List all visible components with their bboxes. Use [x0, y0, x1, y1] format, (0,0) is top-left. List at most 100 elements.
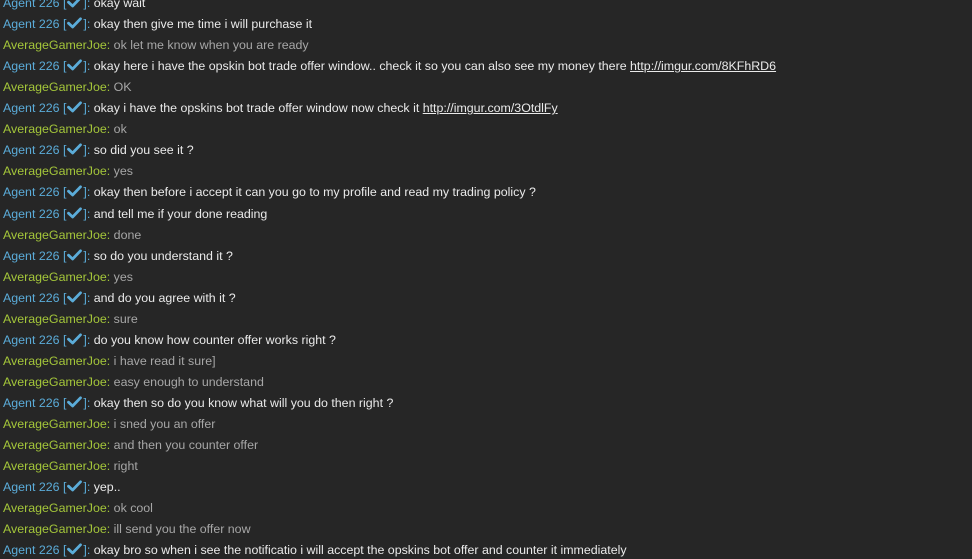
sender-name-suffix: ]: — [83, 206, 94, 221]
chat-message-line: Agent 226 []: and tell me if your done r… — [3, 204, 267, 225]
message-text: okay then so do you know what will you d… — [93, 395, 394, 410]
message-link[interactable]: http://imgur.com/8KFhRD6 — [630, 59, 776, 73]
message-text: yes — [113, 164, 133, 179]
sender-name-gamer: AverageGamerJoe: — [3, 80, 114, 95]
message-text: okay i have the opskins bot trade offer … — [93, 101, 423, 116]
message-text: i have read it sure] — [113, 353, 216, 368]
message-text: and do you agree with it ? — [93, 290, 236, 305]
sender-name-gamer: AverageGamerJoe: — [3, 501, 114, 516]
verified-check-icon — [67, 17, 83, 29]
chat-message-line: Agent 226 []: okay then give me time i w… — [3, 14, 312, 35]
sender-name-agent: Agent 226 [ — [3, 17, 67, 32]
verified-check-icon — [67, 396, 83, 408]
chat-message-line: Agent 226 []: yep.. — [3, 477, 121, 498]
message-text: okay then give me time i will purchase i… — [93, 17, 313, 32]
message-text: ok cool — [113, 501, 153, 516]
verified-check-icon — [67, 59, 83, 71]
chat-message-line: AverageGamerJoe: OK — [3, 77, 132, 98]
chat-message-line: AverageGamerJoe: ok let me know when you… — [3, 35, 309, 56]
sender-name-agent: Agent 226 [ — [3, 143, 67, 158]
verified-check-icon — [67, 143, 83, 155]
chat-message-line: Agent 226 []: okay bro so when i see the… — [3, 540, 627, 559]
sender-name-suffix: ]: — [83, 143, 94, 158]
sender-name-gamer: AverageGamerJoe: — [3, 164, 114, 179]
chat-message-line: Agent 226 []: so do you understand it ? — [3, 246, 233, 267]
verified-check-icon — [67, 206, 83, 218]
sender-name-agent: Agent 226 [ — [3, 101, 67, 116]
verified-check-icon — [67, 185, 83, 197]
sender-name-agent: Agent 226 [ — [3, 0, 67, 10]
chat-log[interactable]: Agent 226 []: okay wait Agent 226 []: oka… — [0, 0, 972, 559]
sender-name-suffix: ]: — [83, 17, 94, 32]
sender-name-agent: Agent 226 [ — [3, 290, 67, 305]
verified-check-icon — [67, 101, 83, 113]
sender-name-gamer: AverageGamerJoe: — [3, 38, 114, 53]
chat-message-line: Agent 226 []: so did you see it ? — [3, 140, 194, 161]
sender-name-suffix: ]: — [83, 59, 94, 74]
chat-message-line: AverageGamerJoe: i sned you an offer — [3, 414, 215, 435]
sender-name-agent: Agent 226 [ — [3, 59, 67, 74]
sender-name-agent: Agent 226 [ — [3, 543, 67, 558]
sender-name-gamer: AverageGamerJoe: — [3, 353, 114, 368]
message-text: i sned you an offer — [113, 417, 216, 431]
chat-message-line: AverageGamerJoe: ok — [3, 119, 127, 140]
sender-name-gamer: AverageGamerJoe: — [3, 417, 114, 431]
chat-message-line: Agent 226 []: okay then before i accept … — [3, 182, 536, 203]
chat-message-line: AverageGamerJoe: sure — [3, 309, 138, 330]
message-text: right — [113, 459, 138, 474]
message-text: and then you counter offer — [113, 438, 259, 453]
chat-message-line: AverageGamerJoe: right — [3, 456, 138, 477]
message-text: yes — [113, 269, 133, 284]
message-text: OK — [113, 80, 132, 95]
chat-message-line: Agent 226 []: okay then so do you know w… — [3, 393, 393, 414]
sender-name-suffix: ]: — [83, 395, 94, 410]
message-text: easy enough to understand — [113, 374, 264, 389]
chat-message-line: Agent 226 []: okay i have the opskins bo… — [3, 98, 558, 119]
sender-name-suffix: ]: — [83, 101, 94, 116]
sender-name-agent: Agent 226 [ — [3, 395, 67, 410]
sender-name-gamer: AverageGamerJoe: — [3, 374, 114, 389]
message-text: do you know how counter offer works righ… — [93, 332, 336, 347]
sender-name-suffix: ]: — [83, 290, 94, 305]
chat-message-line: AverageGamerJoe: yes — [3, 161, 133, 182]
sender-name-gamer: AverageGamerJoe: — [3, 122, 114, 137]
sender-name-gamer: AverageGamerJoe: — [3, 438, 114, 453]
verified-check-icon — [67, 333, 83, 345]
chat-message-line: AverageGamerJoe: i have read it sure] — [3, 351, 216, 372]
message-link[interactable]: http://imgur.com/3OtdlFy — [423, 101, 558, 115]
message-text: okay here i have the opskin bot trade of… — [93, 59, 631, 74]
verified-check-icon — [67, 480, 83, 492]
message-text: ok — [113, 122, 127, 137]
chat-message-line: AverageGamerJoe: done — [3, 225, 141, 246]
message-text: so did you see it ? — [93, 143, 194, 158]
message-text: so do you understand it ? — [93, 248, 233, 263]
sender-name-gamer: AverageGamerJoe: — [3, 459, 114, 474]
sender-name-agent: Agent 226 [ — [3, 332, 67, 347]
sender-name-gamer: AverageGamerJoe: — [3, 311, 114, 326]
sender-name-agent: Agent 226 [ — [3, 248, 67, 263]
sender-name-agent: Agent 226 [ — [3, 185, 67, 200]
sender-name-suffix: ]: — [83, 0, 94, 10]
message-text: sure — [113, 311, 138, 326]
message-text: and tell me if your done reading — [93, 206, 268, 221]
chat-message-line: Agent 226 []: okay wait — [3, 0, 145, 14]
sender-name-gamer: AverageGamerJoe: — [3, 269, 114, 284]
message-text: okay then before i accept it can you go … — [93, 185, 536, 200]
sender-name-suffix: ]: — [83, 332, 94, 347]
chat-message-line: Agent 226 []: okay here i have the opski… — [3, 56, 776, 77]
sender-name-agent: Agent 226 [ — [3, 206, 67, 221]
verified-check-icon — [67, 543, 83, 555]
verified-check-icon — [67, 248, 83, 260]
chat-message-line: Agent 226 []: and do you agree with it ? — [3, 288, 236, 309]
message-text: ill send you the offer now — [113, 522, 251, 537]
chat-message-line: AverageGamerJoe: ill send you the offer … — [3, 519, 251, 540]
message-text: done — [113, 227, 142, 242]
verified-check-icon — [67, 291, 83, 303]
verified-check-icon — [67, 0, 81, 8]
sender-name-suffix: ]: — [83, 185, 94, 200]
message-text: ok let me know when you are ready — [113, 38, 309, 53]
chat-message-line: AverageGamerJoe: easy enough to understa… — [3, 372, 264, 393]
chat-message-line: AverageGamerJoe: and then you counter of… — [3, 435, 258, 456]
message-text: okay wait — [93, 0, 146, 10]
message-text: yep.. — [93, 480, 121, 495]
